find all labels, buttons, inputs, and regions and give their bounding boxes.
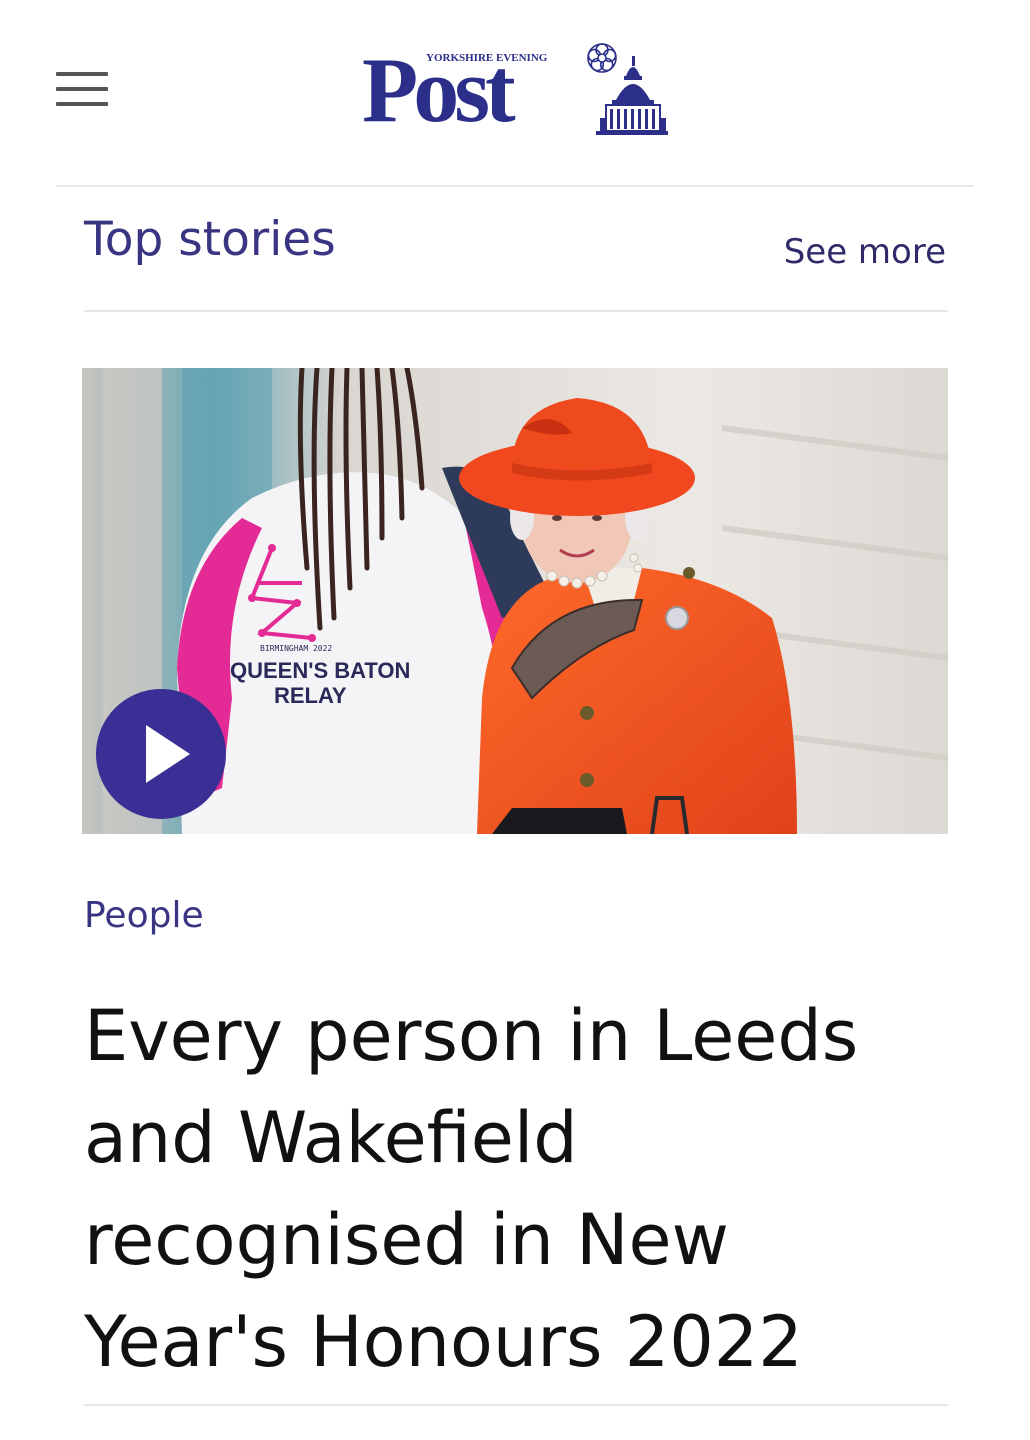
jersey-text-1: BIRMINGHAM 2022 (260, 644, 332, 653)
play-button[interactable] (96, 689, 226, 819)
story-headline-link[interactable]: Every person in Leeds and Wakefield reco… (84, 985, 944, 1393)
see-more-link[interactable]: See more (784, 230, 946, 274)
story-divider (84, 1404, 948, 1406)
logo-small-text: YORKSHIRE EVENING (426, 52, 548, 64)
section-title: Top stories (84, 212, 336, 267)
site-logo[interactable]: Post YORKSHIRE EVENING (360, 32, 670, 147)
hamburger-menu-icon[interactable] (56, 72, 108, 106)
jersey-text-3: RELAY (274, 683, 347, 708)
jersey-text-2: QUEEN'S BATON (230, 658, 410, 683)
page: Post YORKSHIRE EVENING Top stories See m… (0, 0, 1030, 1440)
town-hall-emblem-icon (587, 43, 668, 135)
section-divider (84, 310, 948, 312)
story-category-link[interactable]: People (84, 892, 204, 940)
play-icon (146, 725, 190, 783)
header-divider (56, 185, 974, 187)
